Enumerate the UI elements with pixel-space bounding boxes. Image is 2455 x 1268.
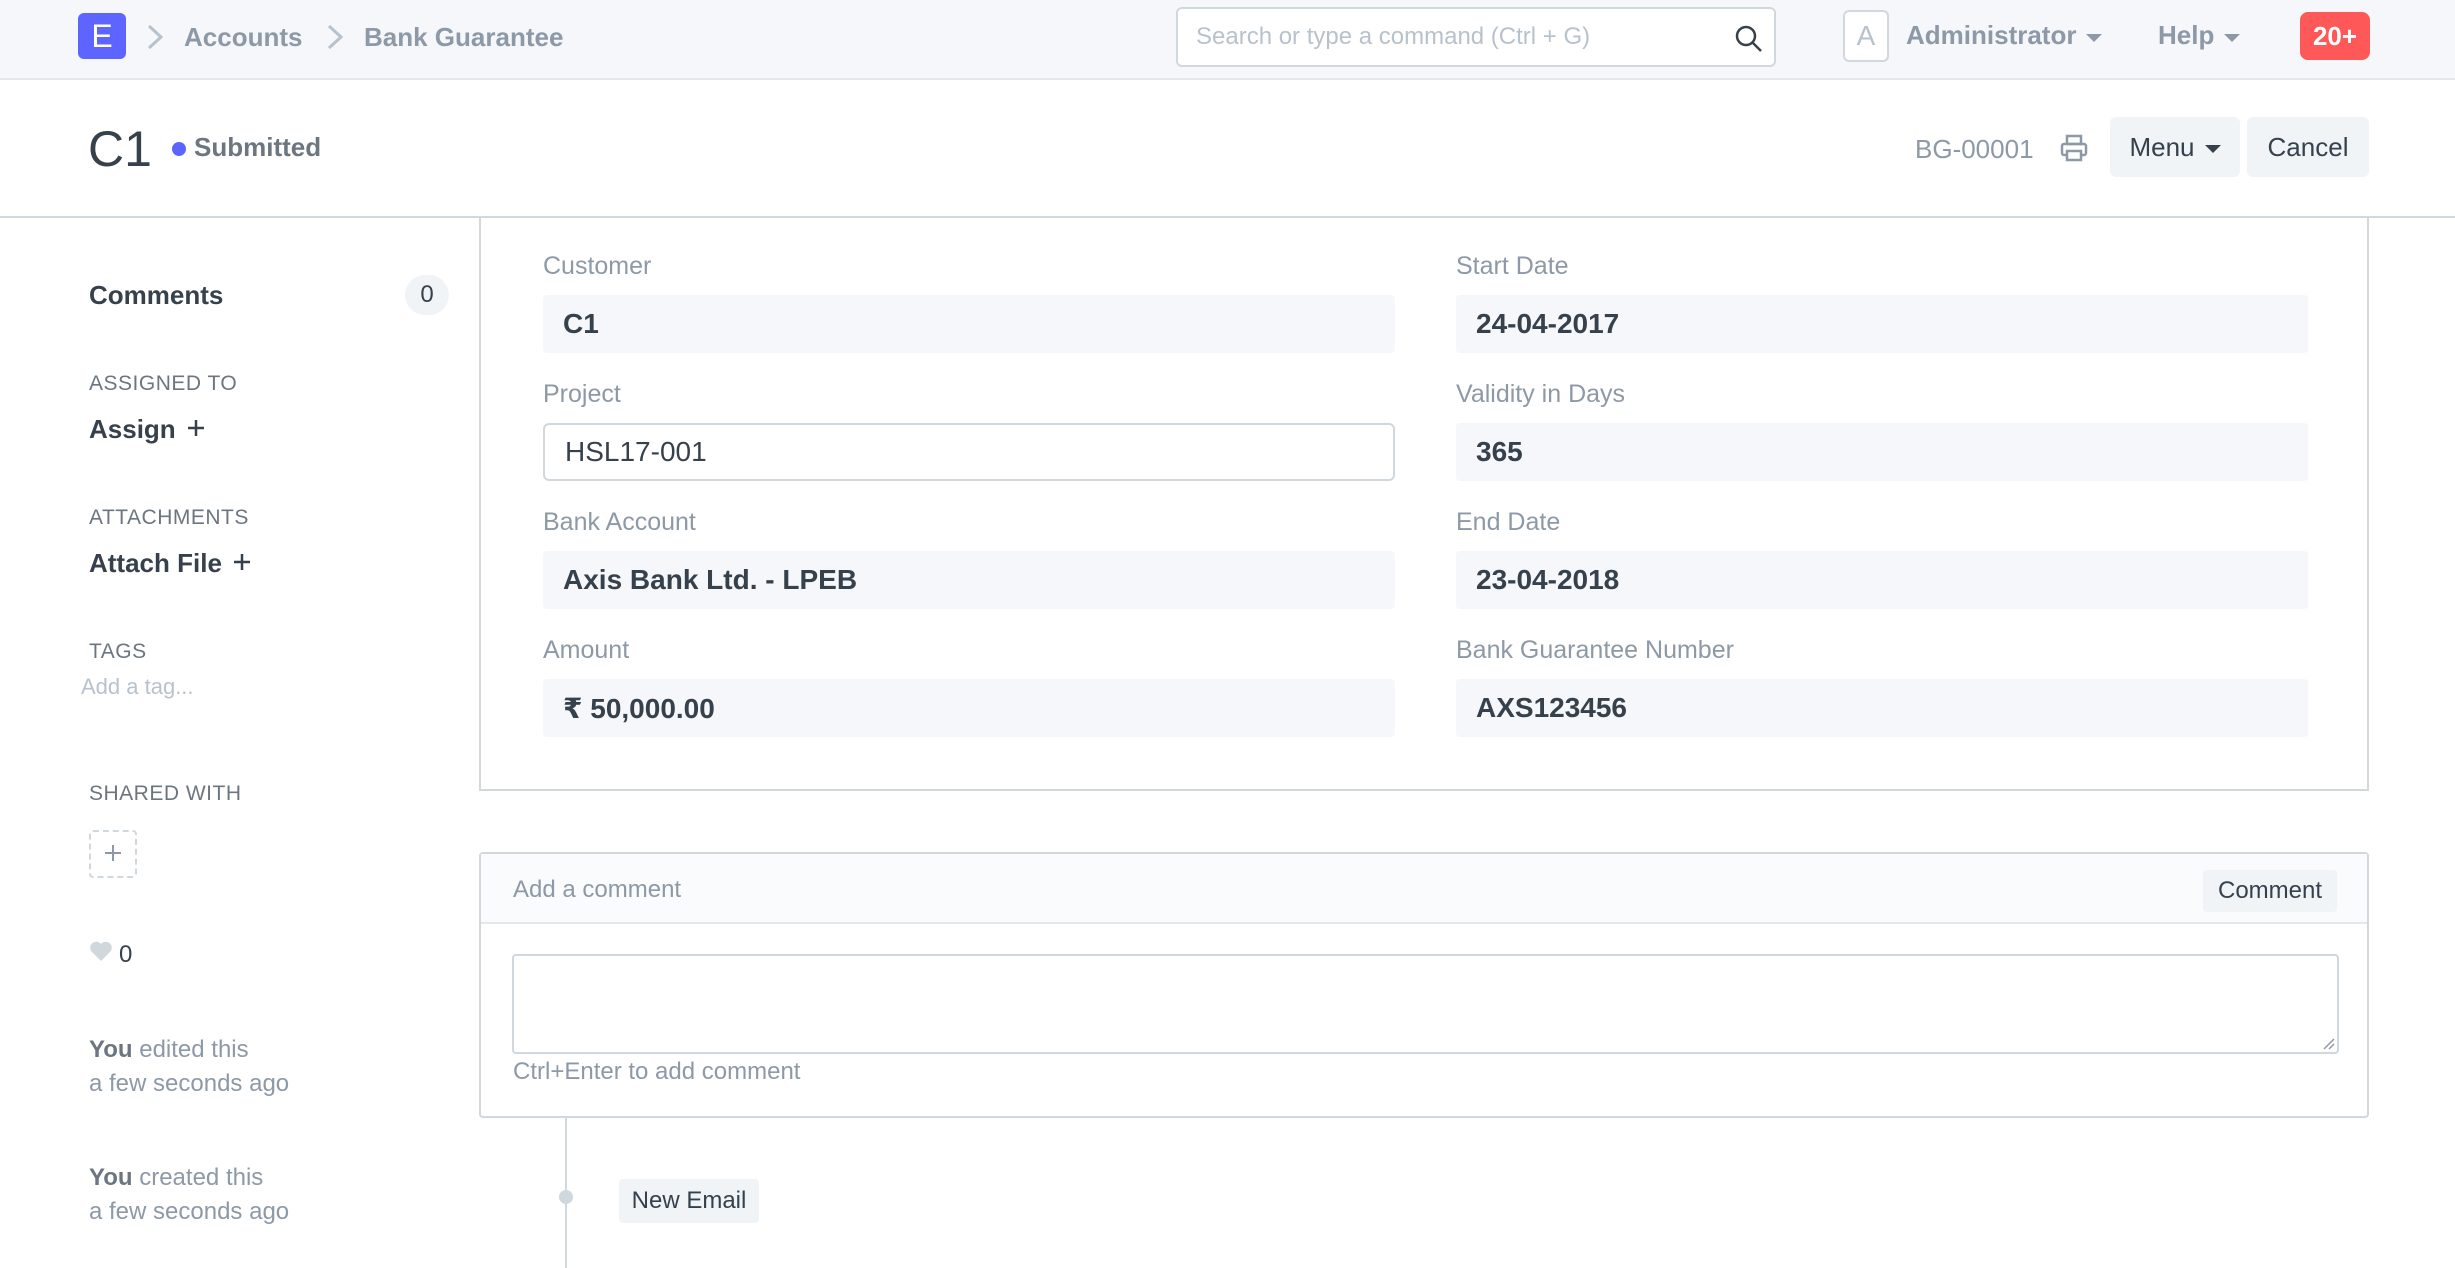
customer-field[interactable]: C1 (543, 295, 1395, 353)
activity-time: a few seconds ago (89, 1198, 290, 1225)
breadcrumb-accounts[interactable]: Accounts (184, 22, 302, 53)
caret-down-icon (2086, 33, 2103, 42)
amount-field[interactable]: ₹ 50,000.00 (543, 679, 1395, 737)
start-date-label: Start Date (1456, 252, 1569, 280)
project-label: Project (543, 380, 621, 408)
menu-button-label: Menu (2129, 131, 2195, 162)
help-dropdown[interactable]: Help (2158, 20, 2241, 51)
printer-icon[interactable] (2058, 132, 2090, 164)
project-field[interactable]: HSL17-001 (543, 423, 1395, 481)
timeline-dot (559, 1190, 573, 1204)
search-bar (1176, 7, 1776, 67)
page-title: C1 (88, 121, 152, 177)
menu-button[interactable]: Menu (2110, 117, 2240, 177)
end-date-label: End Date (1456, 508, 1561, 536)
amount-label: Amount (543, 636, 630, 664)
share-add-button[interactable] (89, 830, 137, 878)
add-tag-input[interactable]: Add a tag... (81, 674, 194, 700)
status-badge: Submitted (194, 132, 322, 162)
form-panel: Customer C1 Project HSL17-001 Bank Accou… (479, 218, 2369, 791)
assigned-to-heading: ASSIGNED TO (89, 372, 238, 395)
comments-label: Comments (89, 280, 224, 310)
new-email-button[interactable]: New Email (619, 1179, 759, 1223)
activity-time: a few seconds ago (89, 1070, 290, 1097)
comment-box-header: Add a comment Comment (481, 854, 2367, 924)
navbar: E Accounts Bank Guarantee A Administrato… (0, 0, 2455, 80)
page-head: C1 Submitted BG-00001 Menu Cancel (0, 80, 2455, 218)
chevron-right-icon (142, 20, 168, 54)
validity-field[interactable]: 365 (1456, 423, 2308, 481)
validity-label: Validity in Days (1456, 380, 1626, 408)
attach-file-button[interactable]: Attach File (89, 548, 252, 579)
shared-with-heading: SHARED WITH (89, 782, 242, 805)
activity-action: edited this (139, 1036, 249, 1063)
bank-guarantee-number-label: Bank Guarantee Number (1456, 636, 1734, 664)
chevron-right-icon (322, 20, 348, 54)
activity-item: You edited this a few seconds ago (89, 1033, 289, 1101)
start-date-field[interactable]: 24-04-2017 (1456, 295, 2308, 353)
breadcrumb-bank-guarantee[interactable]: Bank Guarantee (364, 22, 563, 53)
comment-textarea[interactable] (512, 954, 2339, 1054)
activity-action: created this (139, 1164, 264, 1191)
app-logo[interactable]: E (78, 13, 126, 59)
bank-account-field[interactable]: Axis Bank Ltd. - LPEB (543, 551, 1395, 609)
bank-guarantee-number-field[interactable]: AXS123456 (1456, 679, 2308, 737)
end-date-field[interactable]: 23-04-2018 (1456, 551, 2308, 609)
bank-account-label: Bank Account (543, 508, 696, 536)
comment-box-heading: Add a comment (513, 876, 682, 903)
caret-down-icon (2204, 145, 2221, 153)
help-label: Help (2158, 20, 2215, 50)
tags-heading: TAGS (89, 640, 147, 663)
comment-button[interactable]: Comment (2203, 870, 2337, 912)
search-input[interactable] (1196, 19, 1716, 55)
activity-item: You created this a few seconds ago (89, 1161, 289, 1229)
attachments-heading: ATTACHMENTS (89, 506, 249, 529)
resize-grip-icon[interactable] (2321, 1036, 2335, 1050)
document-name: BG-00001 (1915, 134, 2034, 164)
comments-count-badge: 0 (405, 275, 449, 315)
likes-count: 0 (119, 940, 133, 968)
search-icon[interactable] (1732, 22, 1766, 56)
comment-box: Add a comment Comment Ctrl+Enter to add … (479, 852, 2369, 1118)
like-button[interactable]: 0 (89, 940, 132, 969)
assign-label: Assign (89, 414, 176, 444)
customer-label: Customer (543, 252, 652, 280)
activity-actor: You (89, 1164, 133, 1191)
activity-actor: You (89, 1036, 133, 1063)
attach-file-label: Attach File (89, 548, 222, 578)
plus-icon (186, 414, 206, 445)
notification-badge[interactable]: 20+ (2300, 12, 2370, 60)
comments-link[interactable]: Comments (89, 280, 223, 311)
plus-icon (103, 837, 123, 871)
heart-icon (89, 940, 113, 969)
user-menu-label: Administrator (1906, 20, 2077, 50)
cancel-button[interactable]: Cancel (2247, 117, 2369, 177)
status-indicator-dot (172, 142, 186, 156)
comment-hint: Ctrl+Enter to add comment (513, 1058, 801, 1085)
caret-down-icon (2224, 33, 2241, 42)
avatar[interactable]: A (1843, 10, 1889, 62)
assign-button[interactable]: Assign (89, 414, 206, 445)
user-menu-dropdown[interactable]: Administrator (1906, 20, 2103, 51)
plus-icon (232, 548, 252, 579)
